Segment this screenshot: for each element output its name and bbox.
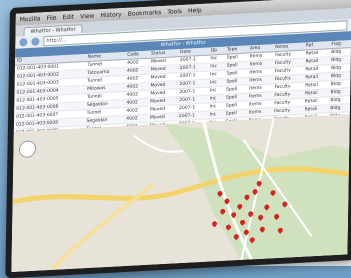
menu-item[interactable]: Mozilla <box>20 15 41 23</box>
map-pan-control[interactable] <box>19 140 37 158</box>
back-icon[interactable] <box>19 38 28 47</box>
map-roads <box>11 114 350 272</box>
menu-item[interactable]: View <box>80 12 94 20</box>
monitor: Mozilla File Edit View History Bookmarks… <box>5 0 351 278</box>
menu-item[interactable]: File <box>46 14 56 22</box>
browser-screen: Mozilla File Edit View History Bookmarks… <box>11 0 351 272</box>
forward-icon[interactable] <box>31 37 40 46</box>
menu-item[interactable]: Bookmarks <box>128 9 162 18</box>
menu-item[interactable]: Tools <box>167 7 182 15</box>
menu-item[interactable]: Help <box>188 6 202 14</box>
map-view[interactable] <box>11 114 350 272</box>
menu-item[interactable]: History <box>100 11 121 19</box>
menu-item[interactable]: Edit <box>62 13 74 21</box>
